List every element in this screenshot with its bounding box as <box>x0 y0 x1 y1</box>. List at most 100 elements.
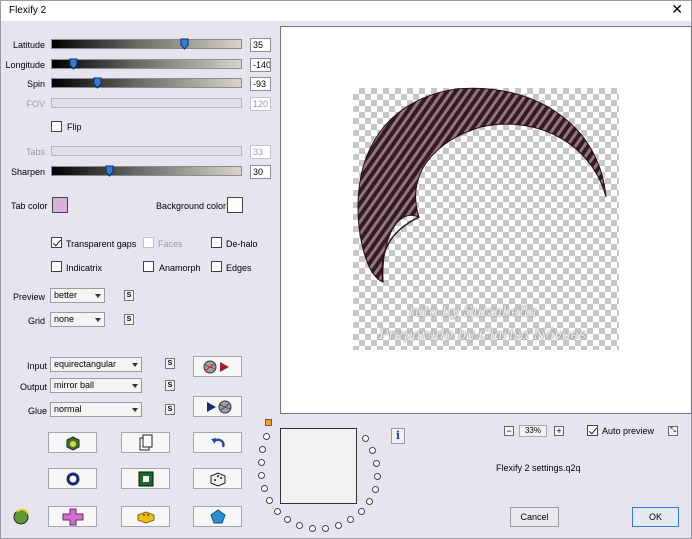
tabs-value: 33 <box>250 145 271 159</box>
tabs-label: Tabs <box>25 147 45 157</box>
title-bar: Flexify 2 ✕ <box>1 1 691 21</box>
background-color-swatch[interactable] <box>227 197 243 213</box>
anamorph-label: Anamorph <box>159 263 201 273</box>
fov-value: 120 <box>250 97 271 111</box>
settings-filename: Flexify 2 settings.q2q <box>496 463 581 473</box>
info-button[interactable]: i <box>391 428 405 444</box>
output-value: mirror ball <box>54 380 95 390</box>
grid-select[interactable]: none <box>50 312 105 327</box>
grid-s-button[interactable]: S <box>124 314 134 325</box>
ring-button[interactable] <box>48 468 97 489</box>
anamorph-checkbox[interactable] <box>143 261 154 272</box>
sharpen-slider-thumb[interactable] <box>105 165 114 177</box>
fov-label: FOV <box>26 99 45 109</box>
longitude-value[interactable]: -140 <box>250 58 271 72</box>
spin-slider-thumb[interactable] <box>93 77 102 89</box>
glue-label: Glue <box>27 406 47 416</box>
latitude-slider[interactable] <box>51 38 242 50</box>
brick-icon <box>137 510 154 524</box>
sharpen-value[interactable]: 30 <box>250 165 271 179</box>
spin-slider[interactable] <box>51 77 242 89</box>
longitude-slider-thumb[interactable] <box>69 58 78 70</box>
spin-label: Spin <box>26 79 45 89</box>
frame-button[interactable] <box>121 468 170 489</box>
cross-button[interactable] <box>48 506 97 527</box>
preview-s-button[interactable]: S <box>124 290 134 301</box>
longitude-slider[interactable] <box>51 58 242 70</box>
sharpen-label: Sharpen <box>10 167 45 177</box>
brick-button[interactable] <box>121 506 170 527</box>
collapse-icon[interactable]: ⤡ <box>668 426 678 436</box>
sharpen-slider[interactable] <box>51 165 242 177</box>
chevron-down-icon <box>95 318 101 322</box>
preview-quality-value: better <box>54 290 78 300</box>
edges-label: Edges <box>226 263 252 273</box>
longitude-label: Longitude <box>5 60 45 70</box>
zoom-level[interactable]: 33% <box>519 425 547 437</box>
randomize-button[interactable] <box>48 432 97 453</box>
grid-value: none <box>54 314 75 324</box>
latitude-slider-thumb[interactable] <box>180 38 189 50</box>
input-value: equirectangular <box>54 359 117 369</box>
indicatrix-checkbox[interactable] <box>51 261 62 272</box>
pentagon-button[interactable] <box>193 506 242 527</box>
de-halo-checkbox[interactable] <box>211 237 222 248</box>
dice-icon <box>210 471 225 487</box>
input-s-button[interactable]: S <box>165 358 175 369</box>
faces-checkbox <box>143 237 154 248</box>
undo-icon <box>210 437 225 447</box>
frame-icon <box>138 471 153 486</box>
chevron-down-icon <box>132 384 138 388</box>
chevron-down-icon <box>132 363 138 367</box>
cancel-button[interactable]: Cancel <box>510 507 559 527</box>
preview-quality-select[interactable]: better <box>50 288 105 303</box>
spin-value[interactable]: -93 <box>250 77 271 91</box>
output-select[interactable]: mirror ball <box>50 378 142 393</box>
glue-s-button[interactable]: S <box>165 404 175 415</box>
document-icon <box>139 434 152 450</box>
globe-to-arrow-icon <box>203 360 229 373</box>
zoom-out-button[interactable]: − <box>504 426 514 436</box>
watermark-line-2: Preparado by Clarisa Nóvoes <box>379 327 587 343</box>
latitude-label: Latitude <box>12 40 45 50</box>
dice-button[interactable] <box>193 468 242 489</box>
auto-preview-checkbox[interactable] <box>587 425 598 436</box>
copy-button[interactable] <box>121 432 170 453</box>
preview-pane[interactable]: tuto by Suizabella Preparado by Clarisa … <box>280 26 692 414</box>
flip-checkbox[interactable] <box>51 121 62 132</box>
swap-output-button[interactable] <box>193 396 242 417</box>
pentagon-icon <box>209 508 226 523</box>
glue-select[interactable]: normal <box>50 402 142 417</box>
input-label: Input <box>26 361 47 371</box>
input-select[interactable]: equirectangular <box>50 357 142 372</box>
preview-label: Preview <box>12 292 45 302</box>
flexify-logo-icon <box>10 506 32 528</box>
flip-label: Flip <box>67 122 82 132</box>
ring-icon <box>66 472 79 485</box>
zoom-in-button[interactable]: + <box>554 426 564 436</box>
send-to-input-button[interactable] <box>193 356 242 377</box>
orientation-handle[interactable] <box>265 419 272 426</box>
output-s-button[interactable]: S <box>165 380 175 391</box>
close-icon[interactable]: ✕ <box>671 2 683 18</box>
tab-color-swatch[interactable] <box>52 197 68 213</box>
transparent-gaps-checkbox[interactable] <box>51 237 62 248</box>
undo-button[interactable] <box>193 432 242 453</box>
indicatrix-label: Indicatrix <box>66 263 103 273</box>
flexify-dialog: Flexify 2 ✕ Latitude 35 Longitude -140 S… <box>0 0 692 539</box>
transparent-gaps-label: Transparent gaps <box>66 239 137 249</box>
cube-icon <box>66 435 79 451</box>
output-label: Output <box>19 382 47 392</box>
ok-button[interactable]: OK <box>632 507 679 527</box>
latitude-value[interactable]: 35 <box>250 38 271 52</box>
auto-preview-label: Auto preview <box>602 426 655 436</box>
edges-checkbox[interactable] <box>211 261 222 272</box>
curled-shape-image <box>357 87 607 283</box>
cross-shape-icon <box>62 508 83 525</box>
tab-color-label: Tab color <box>11 201 48 211</box>
fov-slider <box>51 98 242 108</box>
faces-label: Faces <box>158 239 183 249</box>
chevron-down-icon <box>95 294 101 298</box>
navigator-thumbnail[interactable] <box>280 428 357 504</box>
chevron-down-icon <box>132 408 138 412</box>
